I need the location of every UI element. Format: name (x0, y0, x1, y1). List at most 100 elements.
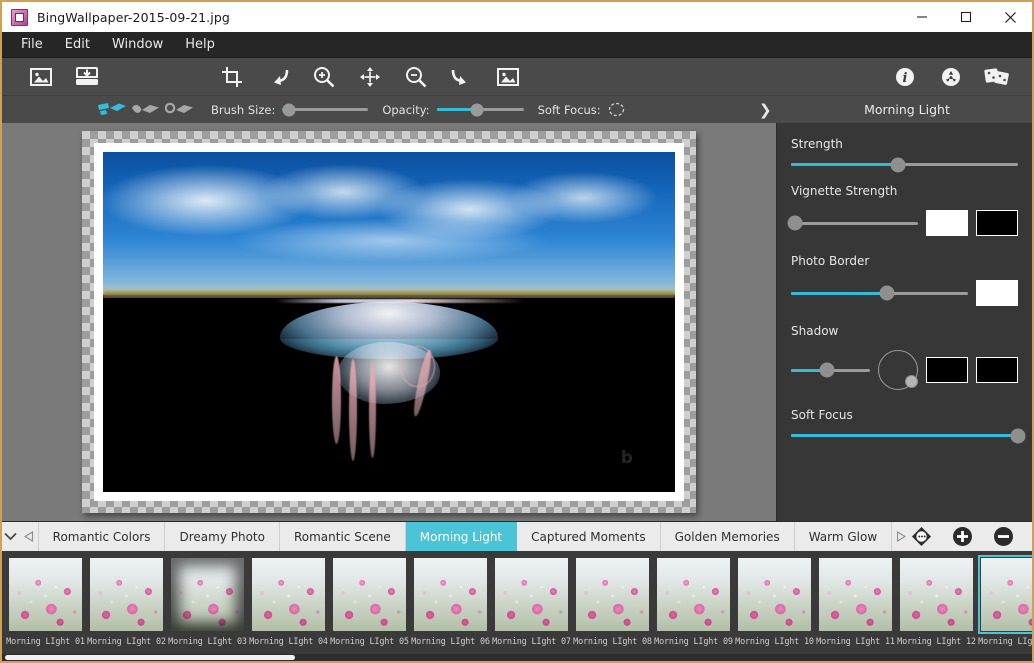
menu-item-edit[interactable]: Edit (54, 33, 101, 56)
scrollbar-thumb[interactable] (5, 655, 295, 660)
opacity-slider[interactable] (436, 103, 524, 116)
maximize-icon[interactable] (944, 2, 988, 32)
title-bar: BingWallpaper-2015-09-21.jpg (2, 2, 1032, 32)
remove-preset-icon[interactable] (992, 526, 1014, 548)
tab-warm-glow[interactable]: Warm Glow (795, 522, 893, 551)
photo-border-color-swatch[interactable] (976, 280, 1018, 306)
control-strength: Strength (791, 137, 1018, 172)
thumbnail-item-selected[interactable]: Morning LIght 13 (977, 555, 1032, 647)
shadow-angle-handle[interactable] (905, 375, 918, 388)
thumbnail-item[interactable]: Morning LIght 07 (491, 556, 572, 647)
thumbnail-item[interactable]: Morning LIght 02 (86, 556, 167, 647)
thumbnail-label: Morning LIght 08 (573, 637, 652, 647)
menu-item-window[interactable]: Window (101, 33, 174, 56)
zoom-in-icon[interactable] (301, 58, 347, 95)
thumbnail-row: Morning LIght 01 Morning LIght 02 Mornin… (2, 555, 1032, 647)
close-icon[interactable] (988, 2, 1032, 32)
soft-focus-label: Soft Focus: (537, 102, 601, 117)
fit-image-icon[interactable] (485, 58, 531, 95)
thumbnail-image (900, 558, 973, 631)
thumbnail-label: Morning LIght 03 (168, 637, 247, 647)
thumbnail-label: Morning LIght 07 (492, 637, 571, 647)
control-photo-border: Photo Border (791, 254, 1018, 306)
add-preset-icon[interactable] (951, 526, 973, 548)
brush-paint-icon[interactable] (95, 98, 129, 122)
tab-golden-memories[interactable]: Golden Memories (661, 522, 795, 551)
soft-focus-slider[interactable] (791, 428, 1026, 443)
vignette-strength-slider[interactable] (787, 215, 918, 231)
thumbnail-item[interactable]: Morning LIght 09 (653, 556, 734, 647)
thumbnail-item[interactable]: Morning LIght 05 (329, 556, 410, 647)
menu-item-help[interactable]: Help (174, 33, 226, 56)
photo-frame[interactable]: b (82, 131, 696, 513)
crop-icon[interactable] (209, 58, 255, 95)
thumbnail-label: Morning LIght 13 (978, 637, 1032, 647)
thumbnail-label: Morning LIght 05 (330, 637, 409, 647)
undo-icon[interactable] (255, 58, 301, 95)
thumbnail-item[interactable]: Morning LIght 08 (572, 556, 653, 647)
thumbnail-item[interactable]: Morning LIght 10 (734, 556, 815, 647)
preset-thumbnail-strip[interactable]: Morning LIght 01 Morning LIght 02 Mornin… (2, 551, 1032, 661)
thumbnail-label: Morning LIght 01 (6, 637, 85, 647)
photo-border-white: b (94, 143, 684, 501)
shadow-color-swatch-1[interactable] (926, 357, 968, 383)
zoom-out-icon[interactable] (393, 58, 439, 95)
control-label: Strength (791, 137, 843, 151)
horizontal-scrollbar[interactable] (2, 654, 1032, 661)
soft-focus-icon[interactable] (608, 102, 625, 117)
menu-item-file[interactable]: File (10, 33, 54, 56)
thumbnail-label: Morning LIght 02 (87, 637, 166, 647)
thumbnail-item[interactable]: Morning LIght 11 (815, 556, 896, 647)
chevron-down-icon[interactable] (2, 522, 20, 551)
brush-size-slider[interactable] (282, 103, 369, 116)
triangle-left-icon[interactable] (20, 522, 38, 551)
adjustment-panel: Strength Vignette Strength Photo Border … (776, 123, 1032, 521)
info-icon[interactable]: i (882, 58, 928, 95)
jellyfish-tentacle (368, 362, 376, 458)
tab-morning-light[interactable]: Morning Light (405, 522, 518, 551)
control-label: Soft Focus (791, 408, 853, 422)
photo-app-icon (11, 8, 28, 26)
tab-captured-moments[interactable]: Captured Moments (517, 522, 661, 551)
canvas-area[interactable]: b (2, 123, 776, 521)
thumbnail-image (657, 558, 730, 631)
pan-move-icon[interactable] (347, 58, 393, 95)
main-toolbar: i (2, 58, 1032, 95)
save-image-icon[interactable] (64, 58, 110, 95)
triangle-right-icon[interactable] (892, 522, 910, 551)
open-image-icon[interactable] (18, 58, 64, 95)
tab-romantic-scene[interactable]: Romantic Scene (280, 522, 406, 551)
tab-dreamy-photo[interactable]: Dreamy Photo (165, 522, 280, 551)
vignette-color-swatch-white[interactable] (926, 210, 968, 236)
edited-photo[interactable]: b (103, 152, 675, 492)
effects-icon[interactable] (974, 58, 1020, 95)
thumbnail-image (981, 558, 1032, 631)
shadow-slider[interactable] (791, 362, 870, 378)
photo-border-slider[interactable] (791, 285, 968, 301)
strength-slider[interactable] (791, 157, 1018, 172)
thumbnail-item[interactable]: Morning LIght 12 (896, 556, 977, 647)
minimize-icon[interactable] (900, 2, 944, 32)
thumbnail-image (414, 558, 487, 631)
thumbnail-image (9, 558, 82, 631)
sky-region (103, 152, 675, 295)
thumbnail-item[interactable]: Morning LIght 06 (410, 556, 491, 647)
brush-size-label: Brush Size: (211, 102, 276, 117)
thumbnail-item[interactable]: Morning LIght 03 (167, 556, 248, 647)
shadow-angle-dial[interactable] (878, 350, 918, 390)
control-label: Vignette Strength (791, 184, 898, 198)
redo-icon[interactable] (439, 58, 485, 95)
toolbar-right-group: i (882, 58, 1020, 95)
preset-name-label: Morning Light (864, 102, 950, 117)
thumbnail-item[interactable]: Morning LIght 04 (248, 556, 329, 647)
thumbnail-item[interactable]: Morning LIght 01 (5, 556, 86, 647)
shadow-color-swatch-2[interactable] (976, 357, 1018, 383)
thumbnail-image (495, 558, 568, 631)
brush-restore-icon[interactable] (163, 98, 197, 122)
chevron-right-icon[interactable]: ❯ (759, 101, 772, 119)
brush-erase-icon[interactable] (129, 98, 163, 122)
settings-icon[interactable] (928, 58, 974, 95)
vignette-color-swatch-black[interactable] (976, 210, 1018, 236)
tab-romantic-colors[interactable]: Romantic Colors (37, 522, 166, 551)
manage-presets-icon[interactable] (910, 526, 932, 548)
